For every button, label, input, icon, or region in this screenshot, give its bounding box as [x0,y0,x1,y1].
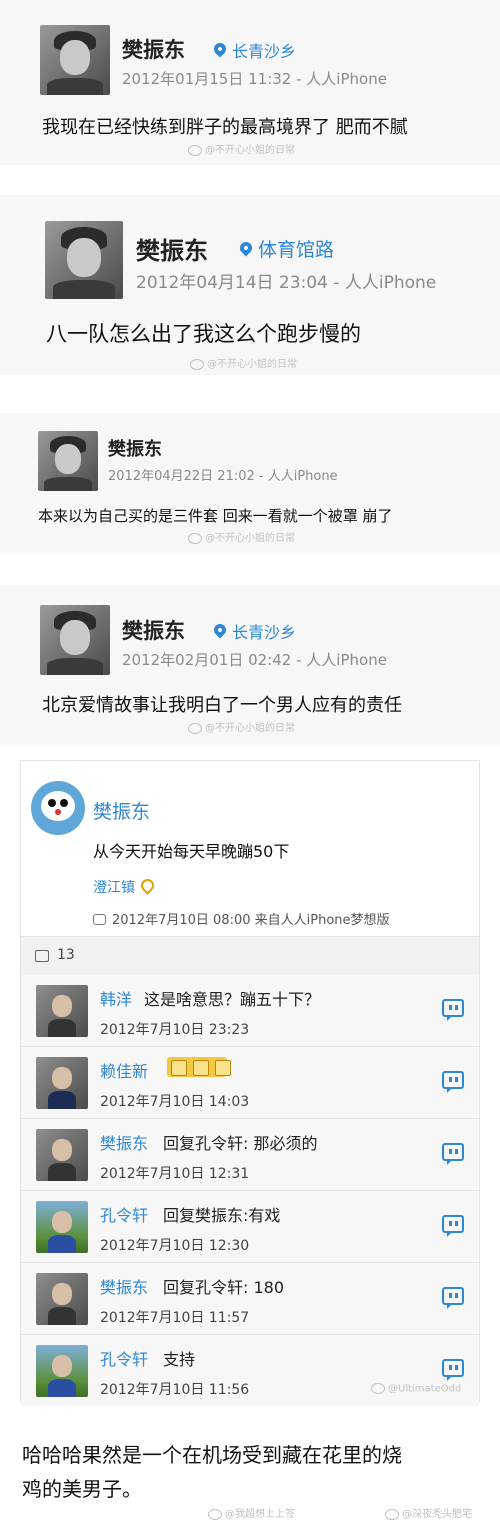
post-card-4: 樊振东 长青沙乡 2012年02月01日 02:42 - 人人iPhone 北京… [0,585,500,745]
post-location[interactable]: 澄江镇 [93,876,157,897]
watermark: @不开心小姐的日常 [190,355,297,370]
weibo-icon [188,722,202,734]
reply-icon[interactable] [442,1143,464,1165]
post-meta: 2012年04月14日 23:04 - 人人iPhone [136,273,437,293]
reply-icon[interactable] [442,1071,464,1093]
post-text: 我现在已经快练到胖子的最高境界了 肥而不腻 [42,117,408,138]
post-location[interactable]: 长青沙乡 [211,38,297,62]
watermark: @深夜秃头肥宅 [385,1505,472,1520]
avatar[interactable] [36,1345,88,1397]
comment-text [161,1056,231,1077]
comment-row[interactable]: 韩洋 这是啥意思？蹦五十下？ 2012年7月10日 23:23 [21,975,479,1047]
comment-row[interactable]: 樊振东 回复孔令轩: 那必须的 2012年7月10日 12:31 [21,1119,479,1191]
post-location-label: 长青沙乡 [232,623,297,642]
post-text: 从今天开始每天早晚蹦50下 [93,842,290,861]
post-meta: 2012年04月22日 21:02 - 人人iPhone [108,469,338,484]
comment-author[interactable]: 樊振东 [100,1274,148,1298]
avatar[interactable] [36,985,88,1037]
post-author-name[interactable]: 樊振东 [136,231,208,266]
location-pin-icon [138,876,157,895]
comment-date: 2012年7月10日 12:31 [100,1166,250,1182]
comment-date: 2012年7月10日 14:03 [100,1094,250,1110]
comment-text: 回复樊振东:有戏 [163,1206,281,1225]
caption-line-2: 鸡的美男子。 [22,1477,142,1501]
weibo-icon [188,532,202,544]
avatar[interactable] [36,1129,88,1181]
post-card-1: 樊振东 长青沙乡 2012年01月15日 11:32 - 人人iPhone 我现… [0,0,500,165]
post-author-name[interactable]: 樊振东 [108,435,162,461]
comment-date: 2012年7月10日 11:56 [100,1382,250,1398]
avatar[interactable] [36,1057,88,1109]
post-location[interactable]: 长青沙乡 [211,619,297,643]
comment-icon [35,950,49,962]
comment-author[interactable]: 赖佳新 [100,1058,148,1082]
post-location-label: 体育馆路 [258,239,335,261]
weibo-icon [208,1508,222,1520]
comment-date: 2012年7月10日 12:30 [100,1238,250,1254]
weibo-icon [371,1383,385,1394]
post-text: 本来以为自己买的是三件套 回来一看就一个被罩 崩了 [38,507,393,525]
comment-icon [93,914,106,925]
comment-text: 回复孔令轩: 那必须的 [163,1134,318,1153]
comment-author[interactable]: 孔令轩 [100,1202,148,1226]
post-text: 八一队怎么出了我这么个跑步慢的 [46,322,361,346]
comment-date: 2012年7月10日 11:57 [100,1310,250,1326]
post-meta: 2012年02月01日 02:42 - 人人iPhone [122,651,387,669]
watermark: @不开心小姐的日常 [188,719,295,734]
post-author-name[interactable]: 樊振东 [122,34,185,64]
weibo-icon [190,358,204,370]
comment-date: 2012年7月10日 23:23 [100,1022,250,1038]
comment-row[interactable]: 孔令轩 支持 2012年7月10日 11:56 @UltimateOdd [21,1335,479,1406]
post-card-3: 樊振东 2012年04月22日 21:02 - 人人iPhone 本来以为自己买… [0,413,500,553]
avatar[interactable] [40,25,110,95]
comment-row[interactable]: 孔令轩 回复樊振东:有戏 2012年7月10日 12:30 [21,1191,479,1263]
watermark: @不开心小姐的日常 [188,529,295,544]
comment-author[interactable]: 孔令轩 [100,1346,148,1370]
post-location-label: 长青沙乡 [232,42,297,61]
avatar[interactable] [38,431,98,491]
caption-line-1: 哈哈哈果然是一个在机场受到藏在花里的烧 [22,1443,402,1467]
post-card-2: 樊振东 体育馆路 2012年04月14日 23:04 - 人人iPhone 八一… [0,195,500,375]
comment-text: 支持 [163,1350,196,1369]
weibo-icon [188,144,202,156]
post-author-name[interactable]: 樊振东 [122,615,185,645]
location-pin-icon [211,621,229,639]
comment-count-bar[interactable]: 13 [21,936,479,976]
avatar[interactable] [36,1273,88,1325]
location-pin-icon [211,40,229,58]
comment-author[interactable]: 樊振东 [100,1130,148,1154]
post-location-label: 澄江镇 [93,880,135,896]
post-location[interactable]: 体育馆路 [237,235,335,262]
comment-text: 回复孔令轩: 180 [163,1278,285,1297]
weibo-icon [385,1508,399,1520]
comment-row[interactable]: 樊振东 回复孔令轩: 180 2012年7月10日 11:57 [21,1263,479,1335]
post-time: 2012年7月10日 08:00 来自人人iPhone梦想版 [112,913,390,928]
avatar[interactable] [45,221,123,299]
post-card-5: 樊振东 从今天开始每天早晚蹦50下 澄江镇 2012年7月10日 08:00 来… [20,760,480,1406]
caption: 哈哈哈果然是一个在机场受到藏在花里的烧 鸡的美男子。 [22,1438,482,1506]
watermark: @我超想上上签 [208,1505,295,1520]
vip-badge-icon [167,1056,231,1077]
comment-row[interactable]: 赖佳新 2012年7月10日 14:03 [21,1047,479,1119]
reply-icon[interactable] [442,999,464,1021]
watermark: @不开心小姐的日常 [188,141,295,156]
reply-icon[interactable] [442,1287,464,1309]
comment-author[interactable]: 韩洋 [100,986,132,1010]
comment-text: 这是啥意思？蹦五十下？ [144,990,321,1009]
post-author-name[interactable]: 樊振东 [93,797,150,824]
reply-icon[interactable] [442,1215,464,1237]
watermark: @UltimateOdd [371,1383,461,1395]
avatar[interactable] [31,781,85,835]
avatar[interactable] [36,1201,88,1253]
avatar[interactable] [40,605,110,675]
location-pin-icon [237,239,255,257]
comment-count: 13 [57,947,75,963]
post-meta: 2012年01月15日 11:32 - 人人iPhone [122,70,387,88]
post-meta: 2012年7月10日 08:00 来自人人iPhone梦想版 [93,909,390,928]
post-text: 北京爱情故事让我明白了一个男人应有的责任 [42,695,402,716]
reply-icon[interactable] [442,1359,464,1381]
